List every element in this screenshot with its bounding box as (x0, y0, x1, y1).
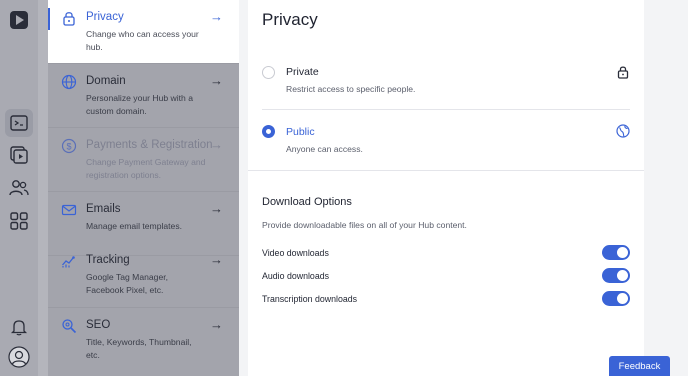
video-downloads-toggle[interactable] (602, 245, 630, 260)
apps-icon[interactable] (5, 207, 33, 235)
lock-icon (617, 66, 629, 79)
globe-icon (616, 124, 630, 138)
download-options-desc: Provide downloadable files on all of you… (262, 220, 467, 230)
active-indicator (48, 8, 50, 30)
dollar-icon: $ (61, 138, 77, 154)
page-title: Privacy (262, 10, 318, 29)
seo-icon (62, 319, 77, 334)
mail-icon (61, 204, 77, 216)
arrow-right-icon: → (210, 9, 223, 24)
videos-icon[interactable] (5, 141, 33, 169)
globe-icon (61, 74, 77, 90)
divider (262, 109, 630, 110)
logo-icon[interactable] (5, 6, 33, 34)
lock-icon (63, 12, 75, 26)
audio-downloads-row: Audio downloads (262, 268, 630, 286)
rail-divider (38, 0, 48, 376)
video-downloads-label: Video downloads (262, 248, 329, 258)
video-downloads-row: Video downloads (262, 245, 630, 263)
left-rail (0, 0, 38, 376)
divider (248, 170, 644, 171)
public-label: Public (286, 126, 315, 138)
settings-item-privacy[interactable]: Privacy Change who can access your hub. … (48, 0, 239, 64)
toggle-knob (617, 293, 628, 304)
transcription-downloads-row: Transcription downloads (262, 291, 630, 309)
public-radio[interactable] (262, 125, 275, 138)
audio-downloads-label: Audio downloads (262, 271, 330, 281)
settings-item-seo[interactable]: SEO Title, Keywords, Thumbnail, etc. → (48, 308, 239, 376)
settings-item-desc: Manage email templates. (86, 221, 183, 231)
arrow-right-icon: → (210, 317, 223, 332)
arrow-right-icon: → (210, 137, 223, 152)
settings-item-desc: Google Tag Manager, Facebook Pixel, etc. (86, 272, 169, 295)
settings-item-payments: $ Payments & Registration Change Payment… (48, 128, 239, 192)
right-background (644, 0, 688, 376)
settings-item-title: Payments & Registration (86, 139, 213, 151)
feedback-button[interactable]: Feedback (609, 356, 670, 376)
settings-item-domain[interactable]: Domain Personalize your Hub with a custo… (48, 64, 239, 128)
download-options-title: Download Options (262, 196, 352, 208)
arrow-right-icon: → (210, 201, 223, 216)
settings-item-tracking[interactable]: Tracking Google Tag Manager, Facebook Pi… (48, 243, 239, 308)
toggle-knob (617, 247, 628, 258)
public-desc: Anyone can access. (286, 144, 363, 154)
notifications-icon[interactable] (5, 313, 33, 341)
settings-item-title: Emails (86, 203, 121, 215)
settings-item-title: Domain (86, 75, 126, 87)
private-label: Private (286, 66, 319, 78)
settings-item-desc: Personalize your Hub with a custom domai… (86, 93, 193, 116)
arrow-right-icon: → (210, 73, 223, 88)
hub-icon[interactable] (5, 109, 33, 137)
settings-item-title: SEO (86, 319, 111, 331)
toggle-knob (617, 270, 628, 281)
settings-list: Privacy Change who can access your hub. … (48, 0, 239, 376)
settings-item-title: Tracking (86, 254, 130, 266)
arrow-right-icon: → (210, 252, 223, 267)
audio-downloads-toggle[interactable] (602, 268, 630, 283)
privacy-option-public[interactable]: Public Anyone can access. (248, 124, 644, 170)
private-desc: Restrict access to specific people. (286, 84, 416, 94)
transcription-downloads-toggle[interactable] (602, 291, 630, 306)
privacy-panel: Privacy Private Restrict access to speci… (248, 0, 644, 376)
chart-icon (62, 256, 75, 268)
settings-item-title: Privacy (86, 11, 124, 23)
svg-text:$: $ (66, 142, 71, 152)
people-icon[interactable] (5, 174, 33, 202)
privacy-option-private[interactable]: Private Restrict access to specific peop… (248, 64, 644, 110)
transcription-downloads-label: Transcription downloads (262, 294, 358, 304)
settings-item-desc: Change Payment Gateway and registration … (86, 157, 206, 180)
settings-item-desc: Title, Keywords, Thumbnail, etc. (86, 337, 192, 360)
private-radio[interactable] (262, 66, 275, 79)
settings-item-desc: Change who can access your hub. (86, 29, 199, 52)
profile-icon[interactable] (5, 343, 33, 371)
